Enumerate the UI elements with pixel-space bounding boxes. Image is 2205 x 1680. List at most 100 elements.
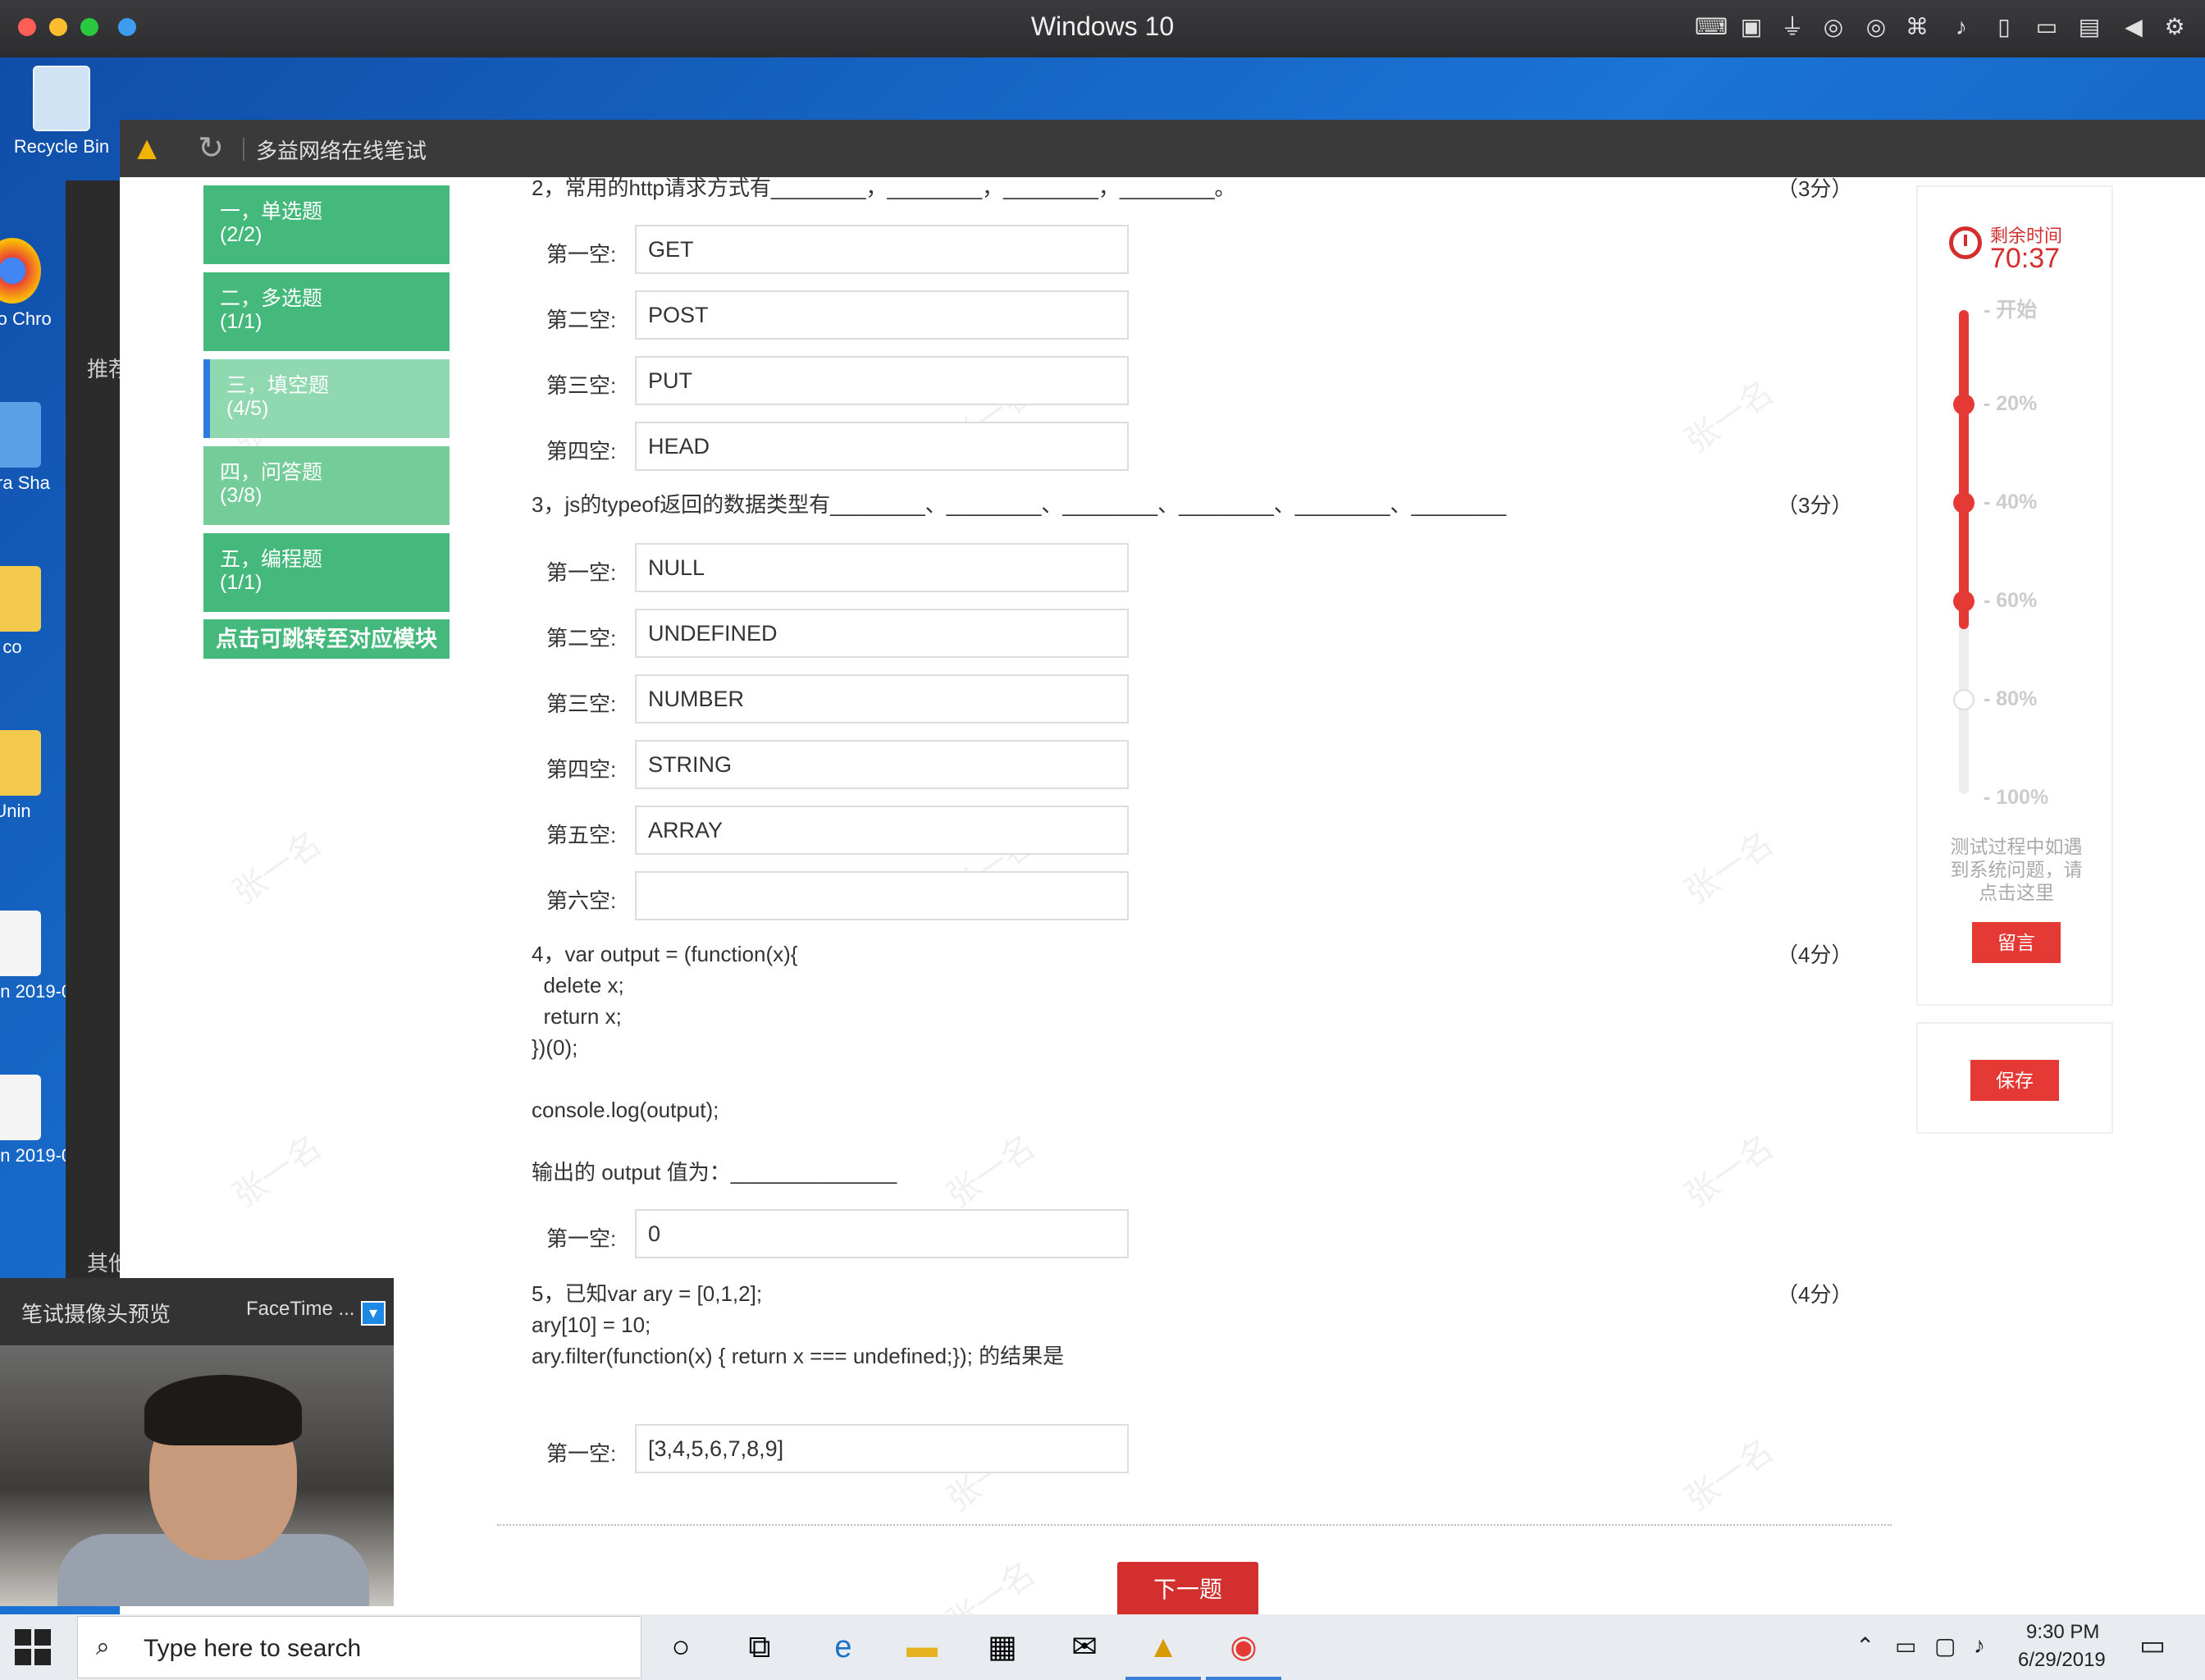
app-header: ▲ ↻ 多益网络在线笔试 <box>120 120 2205 177</box>
person-hair <box>144 1375 302 1445</box>
section-nav-hint: 点击可跳转至对应模块 <box>203 619 450 659</box>
store-icon[interactable]: ▦ <box>983 1628 1022 1667</box>
save-panel: 保存 <box>1916 1022 2113 1134</box>
section-nav-fill-blank[interactable]: 三，填空题 (4/5) <box>203 359 450 438</box>
section-name: 一，单选题 <box>220 200 323 223</box>
volume-icon[interactable]: ♪ <box>1974 1632 1985 1659</box>
q4-blank-1-input[interactable] <box>635 1209 1129 1258</box>
reload-icon[interactable]: ↻ <box>192 130 230 167</box>
q3-blank-5-input[interactable] <box>635 806 1129 855</box>
question-3-score: （3分） <box>1777 493 1853 518</box>
progress-mark: - 60% <box>1984 589 2038 612</box>
task-view-icon[interactable]: ⧉ <box>740 1628 779 1667</box>
windows-logo-icon <box>34 1629 51 1646</box>
windows-logo-icon <box>15 1649 31 1665</box>
section-nav-programming[interactable]: 五，编程题 (1/1) <box>203 533 450 612</box>
q3-blank-3-input[interactable] <box>635 674 1129 724</box>
q3-blank-1-input[interactable] <box>635 543 1129 592</box>
exam-body: 张一名 张一名 张一名 张一名 张一名 张一名 张一名 张一名 张一名 张一名 … <box>120 177 2205 1614</box>
battery-icon[interactable]: ▭ <box>1895 1632 1916 1659</box>
progress-fill <box>1959 310 1969 629</box>
edge-icon[interactable]: e <box>824 1628 863 1667</box>
section-name: 二，多选题 <box>220 287 323 310</box>
cortana-icon[interactable]: ○ <box>661 1628 701 1667</box>
section-count: (2/2) <box>220 223 262 246</box>
blank-label: 第一空: <box>546 242 617 267</box>
image-file-icon <box>0 911 41 976</box>
blank-label: 第一空: <box>546 1441 617 1466</box>
q2-blank-4-input[interactable] <box>635 422 1129 471</box>
watermark: 张一名 <box>226 1128 329 1215</box>
watermark: 张一名 <box>1678 824 1781 911</box>
desktop-icon-label: Unin <box>0 801 31 821</box>
blank-label: 第二空: <box>546 308 617 332</box>
watermark: 张一名 <box>1678 373 1781 460</box>
desktop-icon-uninstall[interactable]: Unin <box>0 730 74 822</box>
q2-blank-2-input[interactable] <box>635 290 1129 340</box>
section-nav-short-answer[interactable]: 四，问答题 (3/8) <box>203 446 450 525</box>
section-nav-multiple-choice[interactable]: 二，多选题 (1/1) <box>203 272 450 351</box>
disc2-icon[interactable]: ◎ <box>1862 13 1890 41</box>
mail-icon[interactable]: ✉ <box>1065 1628 1104 1667</box>
desktop-icon-label: Para Sha <box>0 472 50 493</box>
cpu-icon[interactable]: ▣ <box>1737 13 1765 41</box>
blank-label: 第六空: <box>546 888 617 913</box>
active-app-indicator <box>1125 1677 1201 1680</box>
desktop-icon-screenshot[interactable]: Screen 2019-0 <box>0 911 74 1002</box>
q3-blank-6-input[interactable] <box>635 871 1129 920</box>
desktop-icon-folder[interactable]: co <box>0 566 74 658</box>
blank-label: 第三空: <box>546 373 617 398</box>
notification-icon[interactable]: ▭ <box>2136 1629 2169 1662</box>
start-button[interactable] <box>15 1629 51 1665</box>
exam-app-icon[interactable]: ▲ <box>1144 1628 1183 1667</box>
gear-icon[interactable]: ⚙ <box>2161 13 2189 41</box>
save-button[interactable]: 保存 <box>1970 1060 2059 1101</box>
search-icon: ⌕ <box>96 1633 110 1660</box>
progress-mark: - 20% <box>1984 392 2038 415</box>
next-question-button[interactable]: 下一题 <box>1117 1562 1258 1614</box>
shared-folder-icon[interactable]: ▤ <box>2075 13 2103 41</box>
back-arrow-icon[interactable]: ◀ <box>2120 13 2148 41</box>
question-2-text: 2，常用的http请求方式有________，________，________… <box>532 177 1236 200</box>
camera-device-select[interactable]: FaceTime ... <box>246 1298 354 1321</box>
taskbar-date[interactable]: 6/29/2019 <box>2018 1649 2106 1672</box>
q3-blank-2-input[interactable] <box>635 609 1129 658</box>
help-text[interactable]: 测试过程中如遇到系统问题，请点击这里 <box>1942 835 2090 904</box>
show-hidden-icons[interactable]: ⌃ <box>1856 1632 1874 1659</box>
device-icon[interactable]: ▯ <box>1990 13 2018 41</box>
section-nav-single-choice[interactable]: 一，单选题 (2/2) <box>203 185 450 264</box>
desktop-icon-chrome[interactable]: Goo Chro <box>0 238 74 330</box>
desktop-icon-label: Screen 2019-0 <box>0 981 72 1002</box>
usb-icon[interactable]: ⏚ <box>1778 13 1806 41</box>
windows-taskbar: ⌕ Type here to search ○ ⧉ e ▬ ▦ ✉ ▲ ◉ ⌃ … <box>0 1614 2205 1680</box>
q2-blank-3-input[interactable] <box>635 356 1129 405</box>
section-name: 三，填空题 <box>226 374 330 397</box>
leave-message-button[interactable]: 留言 <box>1972 922 2061 963</box>
question-5-score: （4分） <box>1777 1282 1853 1307</box>
taskbar-time[interactable]: 9:30 PM <box>2026 1621 2099 1644</box>
q3-blank-4-input[interactable] <box>635 740 1129 789</box>
app-title: 多益网络在线笔试 <box>256 139 427 163</box>
keyboard-icon[interactable]: ⌨ <box>1695 13 1728 41</box>
question-4-line: delete x; <box>532 973 624 998</box>
desktop-icon-parallels[interactable]: Para Sha <box>0 402 74 494</box>
desktop-icon-screenshot[interactable]: Screen 2019-0 <box>0 1075 74 1166</box>
desktop-icon-recycle-bin[interactable]: Recycle Bin <box>0 66 123 158</box>
chrome-icon[interactable]: ◉ <box>1224 1628 1263 1667</box>
network-icon[interactable]: ▢ <box>1934 1632 1956 1659</box>
desktop-icon-label: Recycle Bin <box>13 136 110 157</box>
parallels-icon <box>0 402 41 468</box>
question-5-line: 5，已知var ary = [0,1,2]; <box>532 1281 763 1306</box>
taskbar-search-box[interactable]: ⌕ Type here to search <box>77 1616 641 1678</box>
blank-label: 第四空: <box>546 757 617 782</box>
speaker-icon[interactable]: ♪ <box>1947 13 1975 41</box>
disc-icon[interactable]: ◎ <box>1819 13 1847 41</box>
q2-blank-1-input[interactable] <box>635 225 1129 274</box>
watermark: 张一名 <box>940 1554 1043 1614</box>
chevron-down-icon[interactable]: ▾ <box>361 1301 386 1326</box>
question-5-line: ary.filter(function(x) { return x === un… <box>532 1344 1065 1368</box>
file-explorer-icon[interactable]: ▬ <box>902 1628 942 1667</box>
q5-blank-1-input[interactable] <box>635 1424 1129 1473</box>
network-icon[interactable]: ⌘ <box>1903 13 1931 41</box>
camera-icon[interactable]: ▭ <box>2033 13 2061 41</box>
